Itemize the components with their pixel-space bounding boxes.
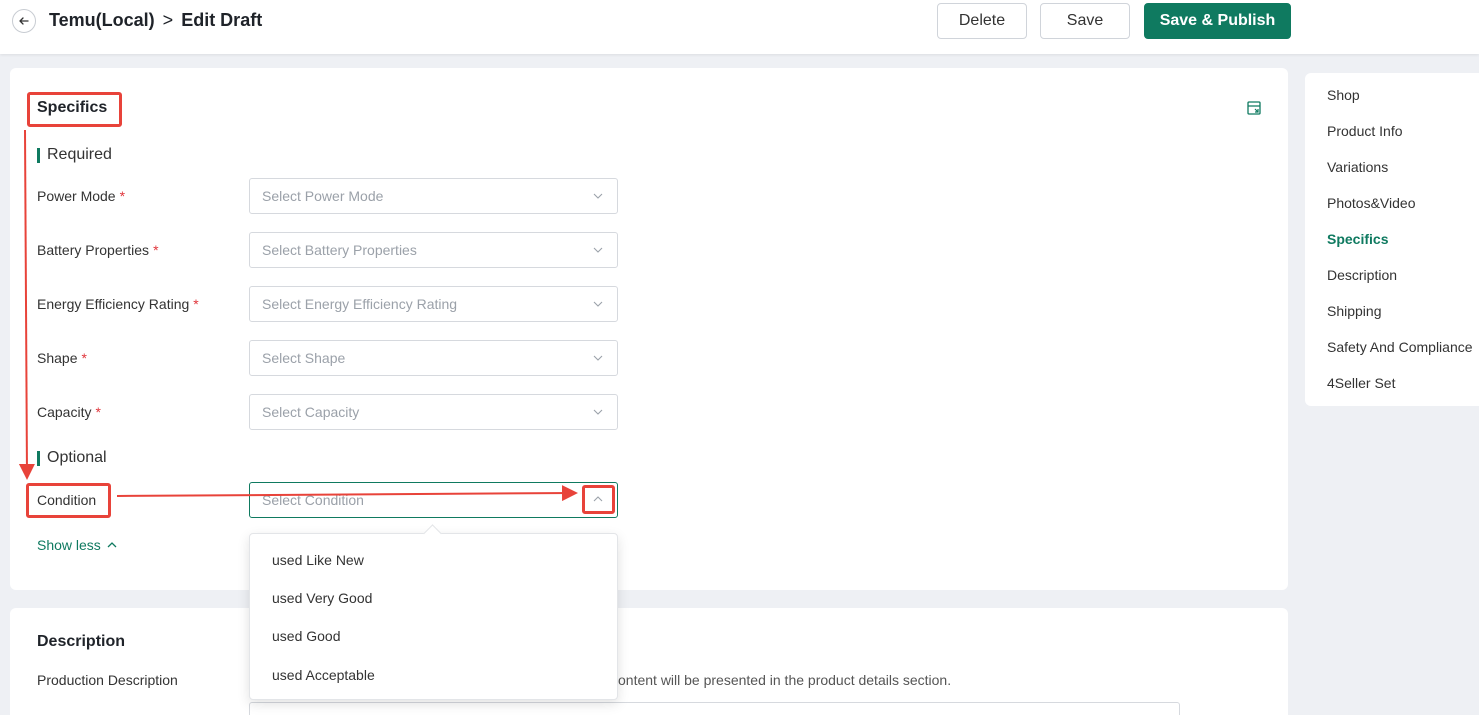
nav-item-photos-video[interactable]: Photos&Video — [1327, 195, 1415, 211]
top-header: Temu(Local) > Edit Draft Delete Save Sav… — [0, 0, 1479, 54]
description-editor[interactable] — [249, 702, 1180, 715]
chevron-down-icon — [593, 247, 603, 253]
chevron-down-icon — [593, 355, 603, 361]
chevron-down-icon — [593, 409, 603, 415]
chevron-down-icon — [593, 193, 603, 199]
condition-dropdown: used Like New used Very Good used Good u… — [249, 533, 618, 700]
field-label-shape: Shape * — [37, 350, 87, 366]
optional-section-label: Optional — [37, 449, 107, 467]
nav-item-variations[interactable]: Variations — [1327, 159, 1388, 175]
energy-efficiency-select[interactable]: Select Energy Efficiency Rating — [249, 286, 618, 322]
condition-select[interactable]: Select Condition — [249, 482, 618, 518]
nav-item-4seller-set[interactable]: 4Seller Set — [1327, 375, 1395, 391]
condition-option[interactable]: used Acceptable — [250, 657, 617, 693]
power-mode-select[interactable]: Select Power Mode — [249, 178, 618, 214]
field-label-energy-efficiency: Energy Efficiency Rating * — [37, 296, 199, 312]
capacity-select[interactable]: Select Capacity — [249, 394, 618, 430]
production-description-label: Production Description — [37, 672, 178, 688]
annotation-box-dropdown-toggle — [582, 485, 615, 514]
field-label-power-mode: Power Mode * — [37, 188, 126, 204]
field-label-capacity: Capacity * — [37, 404, 101, 420]
specifics-card: Specifics Required Power Mode * Select Po… — [10, 68, 1288, 590]
collapse-panel-icon[interactable] — [1246, 100, 1262, 116]
breadcrumb-app[interactable]: Temu(Local) — [49, 10, 155, 31]
battery-properties-select[interactable]: Select Battery Properties — [249, 232, 618, 268]
back-button[interactable] — [12, 9, 36, 33]
description-title: Description — [37, 633, 126, 650]
field-label-battery-properties: Battery Properties * — [37, 242, 159, 258]
page-title: Edit Draft — [181, 9, 263, 30]
nav-item-shipping[interactable]: Shipping — [1327, 303, 1382, 319]
shape-select[interactable]: Select Shape — [249, 340, 618, 376]
nav-item-shop[interactable]: Shop — [1327, 87, 1360, 103]
annotation-box-condition — [26, 483, 111, 518]
chevron-up-icon — [107, 542, 117, 548]
nav-item-safety-compliance[interactable]: Safety And Compliance — [1327, 339, 1473, 355]
description-card: Description Production Description onten… — [10, 608, 1288, 715]
nav-item-product-info[interactable]: Product Info — [1327, 123, 1403, 139]
nav-item-specifics[interactable]: Specifics — [1327, 231, 1388, 247]
section-nav: Shop Product Info Variations Photos&Vide… — [1305, 73, 1479, 406]
save-button[interactable]: Save — [1040, 3, 1130, 39]
show-less-toggle[interactable]: Show less — [37, 537, 117, 553]
required-section-label: Required — [37, 146, 112, 164]
description-hint: ontent will be presented in the product … — [618, 672, 952, 688]
chevron-down-icon — [593, 301, 603, 307]
delete-button[interactable]: Delete — [937, 3, 1027, 39]
arrow-left-icon — [19, 17, 29, 25]
breadcrumb-separator: > — [162, 9, 174, 30]
save-publish-button[interactable]: Save & Publish — [1144, 3, 1291, 39]
nav-item-description[interactable]: Description — [1327, 267, 1397, 283]
annotation-box-specifics — [27, 92, 122, 127]
breadcrumb: Temu(Local) > Edit Draft — [49, 8, 262, 32]
condition-option[interactable]: used Good — [250, 618, 617, 654]
condition-option[interactable]: used Very Good — [250, 580, 617, 616]
condition-option[interactable]: used Like New — [250, 542, 617, 578]
